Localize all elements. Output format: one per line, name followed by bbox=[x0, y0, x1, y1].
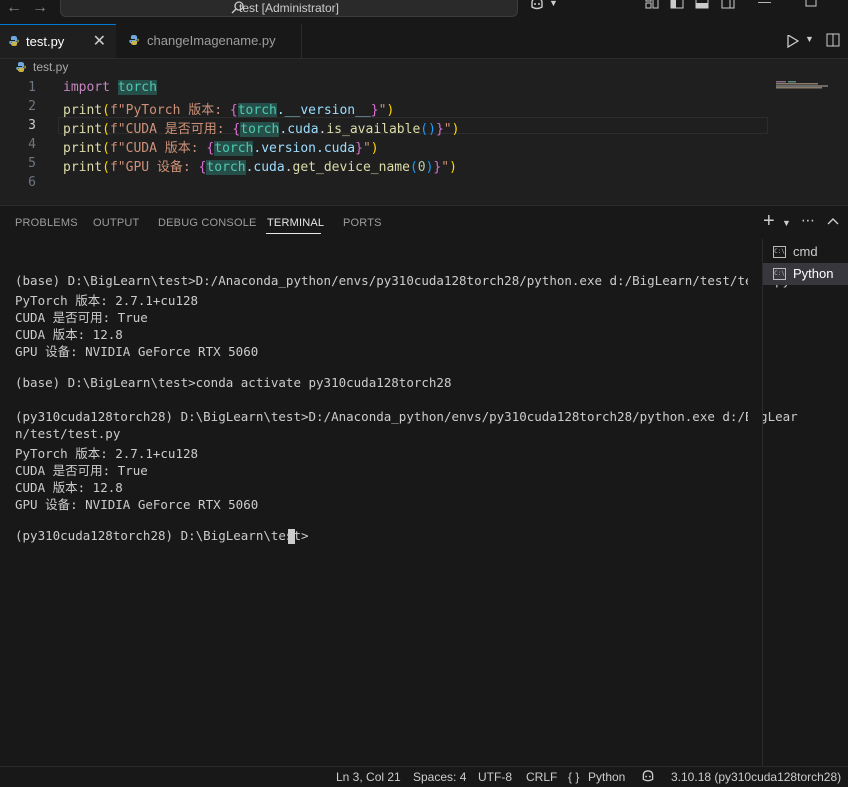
arrow-right-icon[interactable]: → bbox=[32, 0, 48, 17]
active-tab-indicator bbox=[266, 233, 321, 234]
code-line: 4 print(f"CUDA 版本: {torch.version.cuda}"… bbox=[0, 136, 848, 156]
terminal-name: Python bbox=[793, 266, 834, 281]
code-text: import torch bbox=[63, 80, 157, 95]
cursor-position[interactable]: Ln 3, Col 21 bbox=[336, 770, 401, 784]
line-number: 3 bbox=[28, 118, 36, 133]
code-line: 1 import torch bbox=[0, 79, 848, 98]
toggle-primary-sidebar-icon[interactable] bbox=[670, 0, 684, 9]
toggle-panel-icon[interactable] bbox=[695, 0, 709, 9]
more-actions-icon[interactable]: ⋯ bbox=[801, 212, 815, 229]
panel-tab-terminal[interactable]: TERMINAL bbox=[267, 217, 324, 229]
title-bar: ← → test [Administrator] ▼ — bbox=[0, 0, 848, 24]
terminal-icon: C:\ bbox=[773, 246, 786, 258]
minimize-icon[interactable]: — bbox=[758, 0, 771, 9]
chevron-up-icon[interactable] bbox=[827, 217, 839, 225]
status-bar: Ln 3, Col 21 Spaces: 4 UTF-8 CRLF { } Py… bbox=[0, 766, 848, 787]
chevron-down-icon[interactable]: ▼ bbox=[782, 218, 791, 228]
terminal-line: (py310cuda128torch28) D:\BigLearn\test>D… bbox=[15, 409, 798, 424]
breadcrumb-file: test.py bbox=[33, 60, 69, 74]
python-file-icon bbox=[16, 62, 26, 72]
maximize-icon[interactable] bbox=[805, 0, 817, 8]
command-center-label: test [Administrator] bbox=[238, 1, 340, 15]
copilot-icon[interactable] bbox=[641, 770, 655, 783]
line-number: 2 bbox=[28, 99, 36, 114]
copilot-icon[interactable] bbox=[530, 0, 544, 11]
terminal-name: cmd bbox=[793, 244, 818, 259]
python-file-icon bbox=[129, 35, 139, 45]
code-line: 6 bbox=[0, 174, 848, 193]
python-file-icon bbox=[9, 36, 19, 46]
terminal-line: GPU 设备: NVIDIA GeForce RTX 5060 bbox=[15, 344, 259, 359]
run-icon[interactable] bbox=[787, 35, 799, 48]
code-text: print(f"CUDA 是否可用: {torch.cuda.is_availa… bbox=[63, 122, 460, 137]
command-center-search[interactable]: test [Administrator] bbox=[60, 0, 518, 17]
code-line: 2 print(f"PyTorch 版本: {torch.__version__… bbox=[0, 98, 848, 118]
toggle-secondary-sidebar-icon[interactable] bbox=[721, 0, 735, 9]
terminal-output[interactable]: (base) D:\BigLearn\test>D:/Anaconda_pyth… bbox=[0, 239, 798, 767]
terminal-scrollbar[interactable] bbox=[748, 239, 762, 767]
code-editor[interactable]: 1 import torch 2 print(f"PyTorch 版本: {to… bbox=[0, 79, 848, 204]
terminal-line: n/test/test.py bbox=[15, 426, 121, 441]
terminal-prompt: (py310cuda128torch28) D:\BigLearn\test> bbox=[15, 528, 309, 543]
indentation[interactable]: Spaces: 4 bbox=[413, 770, 466, 784]
new-terminal-icon[interactable]: + bbox=[763, 210, 775, 233]
braces-icon: { } bbox=[568, 770, 580, 784]
line-number: 4 bbox=[28, 137, 36, 152]
line-number: 1 bbox=[28, 80, 36, 95]
terminal-icon: C:\ bbox=[773, 268, 786, 280]
panel-tab-output[interactable]: OUTPUT bbox=[93, 217, 139, 229]
customize-layout-icon[interactable] bbox=[645, 0, 659, 9]
panel-tab-debug-console[interactable]: DEBUG CONSOLE bbox=[158, 217, 257, 229]
bottom-panel: PROBLEMS OUTPUT DEBUG CONSOLE TERMINAL P… bbox=[0, 205, 848, 767]
terminal-cursor bbox=[288, 529, 295, 544]
terminal-line: GPU 设备: NVIDIA GeForce RTX 5060 bbox=[15, 497, 259, 512]
code-text: print(f"CUDA 版本: {torch.version.cuda}") bbox=[63, 141, 379, 156]
split-editor-icon[interactable] bbox=[826, 33, 840, 47]
code-text: print(f"GPU 设备: {torch.cuda.get_device_n… bbox=[63, 160, 457, 175]
terminal-list: C:\ cmd C:\ Python bbox=[762, 239, 848, 767]
tab-changeimagename-py[interactable]: changeImagename.py bbox=[116, 24, 302, 58]
terminal-line: (base) D:\BigLearn\test>D:/Anaconda_pyth… bbox=[15, 273, 791, 288]
terminal-item-python[interactable]: C:\ Python bbox=[763, 263, 848, 285]
code-line-current: 3 print(f"CUDA 是否可用: {torch.cuda.is_avai… bbox=[0, 117, 848, 137]
terminal-line: (base) D:\BigLearn\test>conda activate p… bbox=[15, 375, 452, 390]
minimap[interactable] bbox=[776, 81, 836, 89]
chevron-down-icon[interactable]: ▼ bbox=[549, 0, 558, 8]
tab-label: test.py bbox=[26, 34, 65, 49]
chevron-down-icon[interactable]: ▼ bbox=[805, 34, 814, 44]
encoding[interactable]: UTF-8 bbox=[478, 770, 512, 784]
close-icon[interactable]: ✕ bbox=[93, 31, 106, 51]
tab-label: changeImagename.py bbox=[147, 33, 276, 48]
code-line: 5 print(f"GPU 设备: {torch.cuda.get_device… bbox=[0, 155, 848, 175]
line-number: 5 bbox=[28, 156, 36, 171]
line-ending[interactable]: CRLF bbox=[526, 770, 557, 784]
panel-tab-ports[interactable]: PORTS bbox=[343, 217, 382, 229]
line-number: 6 bbox=[28, 175, 36, 190]
tab-test-py[interactable]: test.py ✕ bbox=[0, 24, 116, 58]
panel-tab-problems[interactable]: PROBLEMS bbox=[15, 217, 78, 229]
python-interpreter[interactable]: 3.10.18 (py310cuda128torch28) bbox=[671, 770, 841, 784]
terminal-item-cmd[interactable]: C:\ cmd bbox=[763, 241, 848, 263]
editor-tab-bar: test.py ✕ changeImagename.py ▼ bbox=[0, 24, 848, 59]
code-text: print(f"PyTorch 版本: {torch.__version__}"… bbox=[63, 103, 395, 118]
arrow-left-icon[interactable]: ← bbox=[6, 0, 22, 17]
language-mode[interactable]: Python bbox=[588, 770, 625, 784]
